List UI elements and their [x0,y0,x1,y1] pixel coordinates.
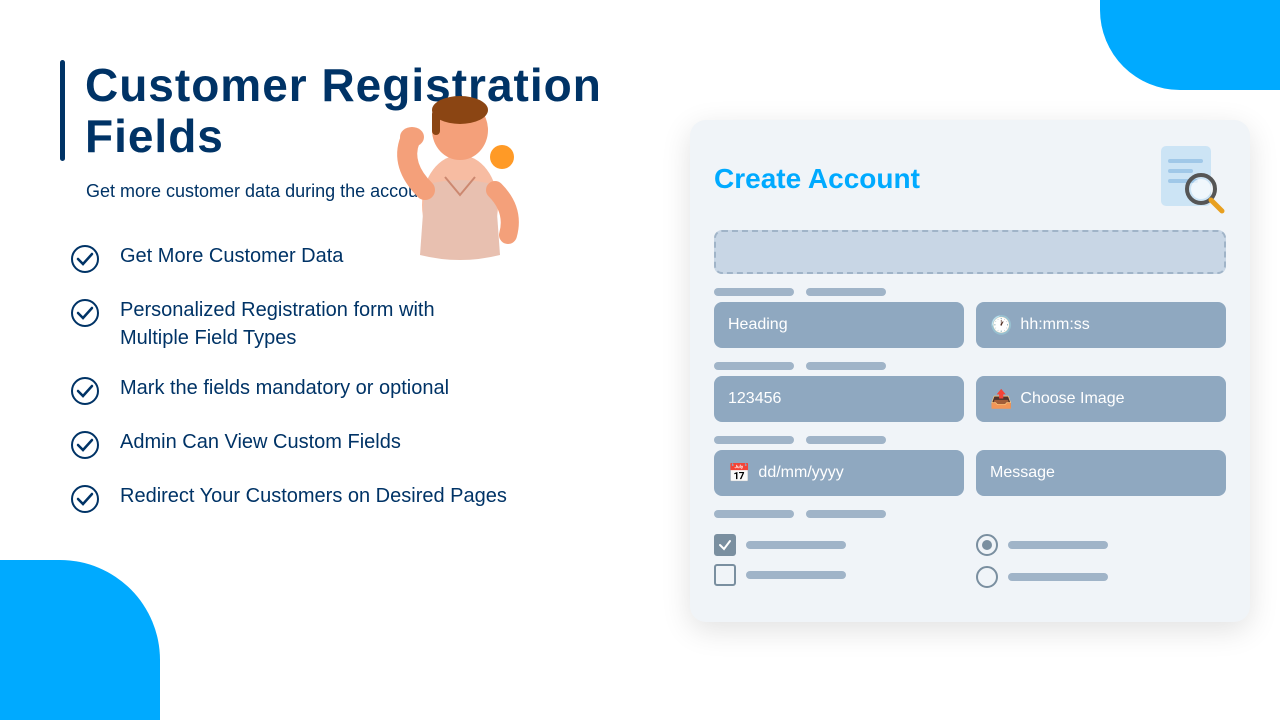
row3-labels [714,436,1226,444]
radio-group [976,524,1226,598]
list-item: Mark the fields mandatory or optional [70,374,640,406]
date-field[interactable]: 📅 dd/mm/yyyy [714,450,964,496]
features-list: Get More Customer Data Personalized Regi… [70,242,640,514]
label-bar [714,436,794,444]
row1-labels [714,288,1226,296]
label-bar [714,288,794,296]
checkbox-item-2[interactable] [714,564,964,586]
radio-label-line [1008,541,1108,549]
form-header: Create Account [714,144,1226,214]
radio-item-1[interactable] [976,534,1226,556]
title-bar: Customer Registration Fields [60,60,640,161]
form-row-2: 123456 📤 Choose Image [714,376,1226,422]
blob-top-right-decoration [1100,0,1280,90]
checkbox-label-line [746,541,846,549]
upload-icon: 📤 [990,389,1012,410]
label-bar [806,362,886,370]
list-item: Get More Customer Data [70,242,640,274]
list-item: Admin Can View Custom Fields [70,428,640,460]
page-title: Customer Registration Fields [85,60,640,161]
label-bar [714,510,794,518]
form-row-3: 📅 dd/mm/yyyy Message [714,450,1226,496]
form-title: Create Account [714,163,920,195]
form-row-4 [714,524,1226,598]
form-card: Create Account [690,120,1250,622]
checkbox-checked[interactable] [714,534,736,556]
radio-selected[interactable] [976,534,998,556]
heading-field[interactable]: Heading [714,302,964,348]
label-bar [806,510,886,518]
check-icon [70,430,100,460]
radio-label-line [1008,573,1108,581]
form-row-1: Heading 🕐 hh:mm:ss [714,302,1226,348]
number-field[interactable]: 123456 [714,376,964,422]
message-field[interactable]: Message [976,450,1226,496]
radio-unselected[interactable] [976,566,998,588]
clock-icon: 🕐 [990,315,1012,336]
check-icon [70,244,100,274]
image-upload-field[interactable]: 📤 Choose Image [976,376,1226,422]
wide-text-input[interactable] [714,230,1226,274]
row4-labels [714,510,1226,518]
blob-bottom-left-decoration [0,560,160,720]
check-icon [70,484,100,514]
check-icon [70,298,100,328]
form-section: Create Account [690,120,1250,622]
check-icon [70,376,100,406]
left-content-section: Customer Registration Fields Get more cu… [60,60,640,536]
checkbox-label-line [746,571,846,579]
title-accent-bar [60,60,65,161]
list-item: Personalized Registration form withMulti… [70,296,640,352]
person-illustration [390,95,530,285]
calendar-icon: 📅 [728,463,750,484]
checkbox-group [714,524,964,598]
label-bar [714,362,794,370]
radio-item-2[interactable] [976,566,1226,588]
checkbox-unchecked[interactable] [714,564,736,586]
row2-labels [714,362,1226,370]
time-field[interactable]: 🕐 hh:mm:ss [976,302,1226,348]
label-bar [806,436,886,444]
label-bar [806,288,886,296]
checkbox-item-1[interactable] [714,534,964,556]
search-icon [1156,144,1226,214]
page-subtitle: Get more customer data during the accoun… [86,181,640,202]
list-item: Redirect Your Customers on Desired Pages [70,482,640,514]
